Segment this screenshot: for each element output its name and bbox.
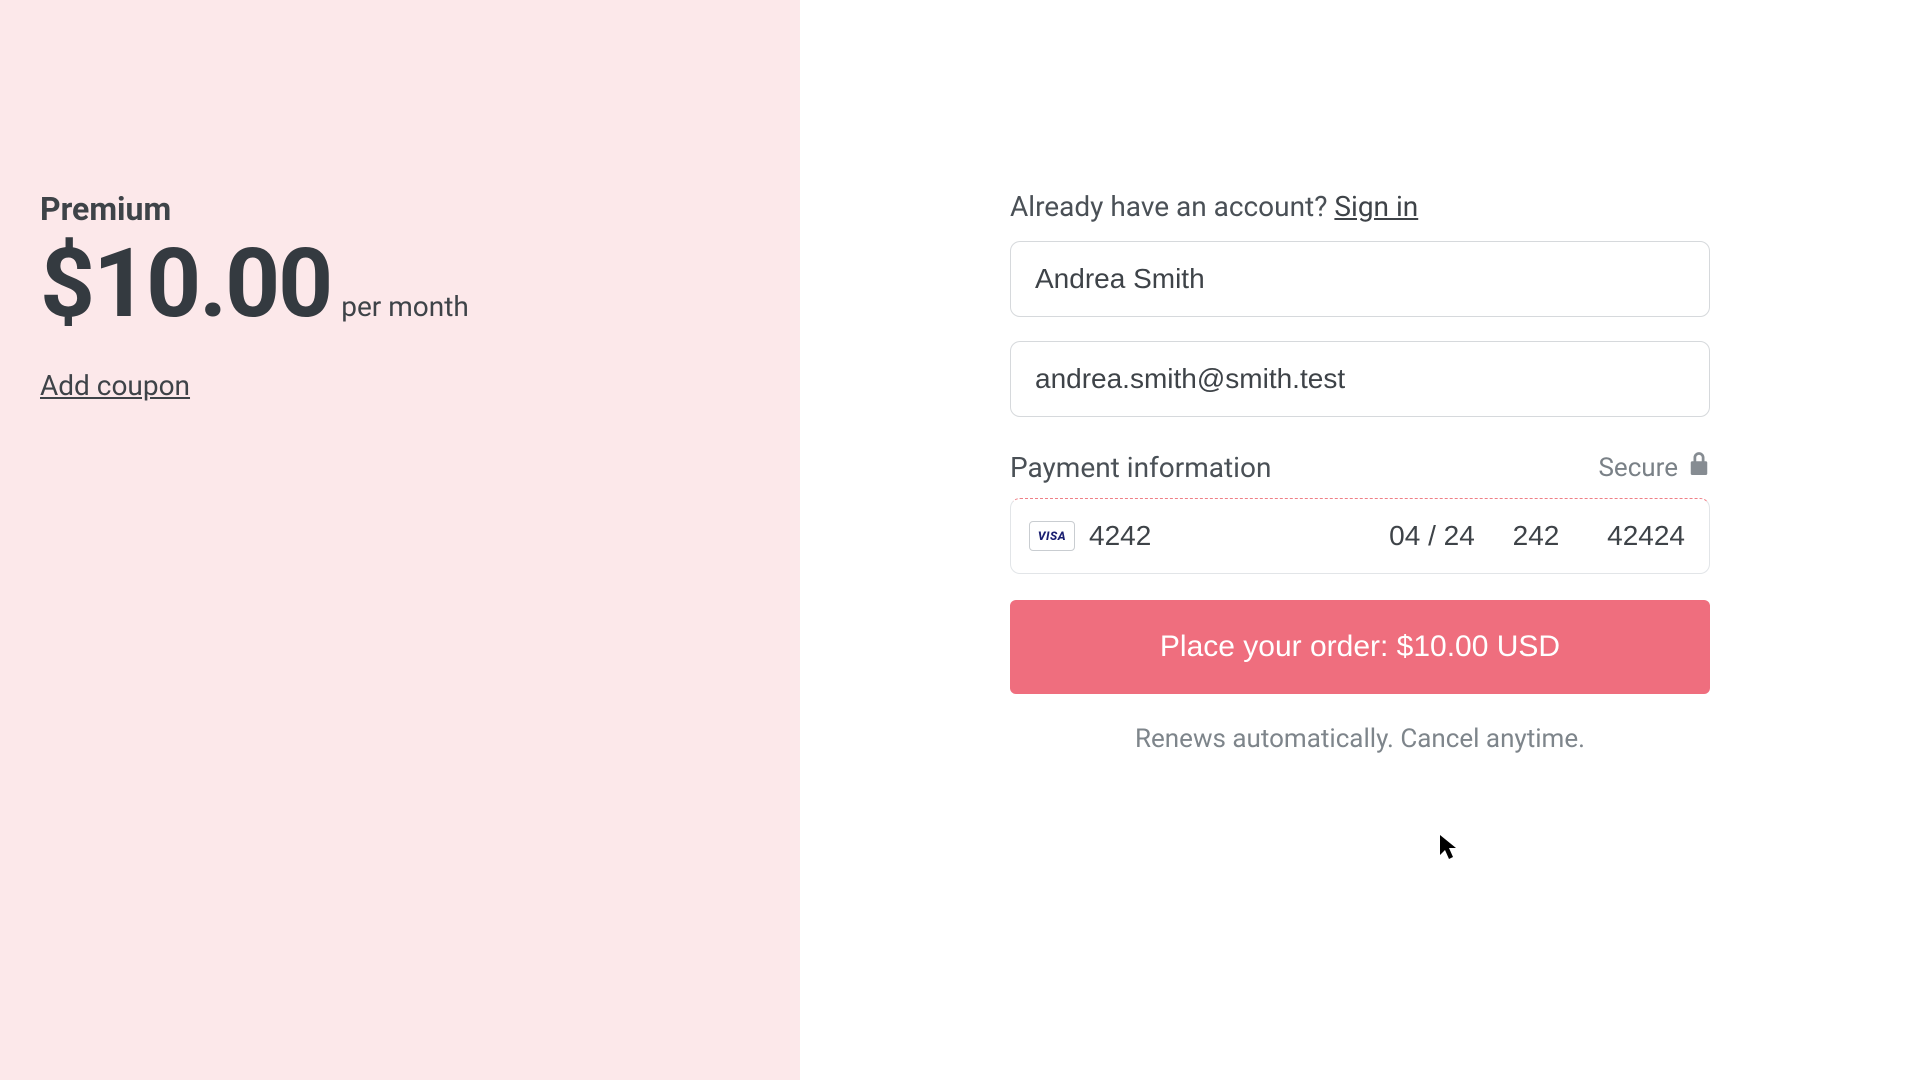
renewal-note: Renews automatically. Cancel anytime. xyxy=(1010,724,1710,754)
payment-info-title: Payment information xyxy=(1010,451,1271,484)
card-zip-field[interactable] xyxy=(1585,520,1685,552)
card-expiry-field[interactable] xyxy=(1377,520,1487,552)
summary-pane: Premium $10.00 per month Add coupon xyxy=(0,0,800,1080)
card-number-field[interactable] xyxy=(1089,520,1329,552)
signin-link[interactable]: Sign in xyxy=(1334,190,1418,223)
name-field[interactable] xyxy=(1010,241,1710,317)
checkout-pane: Already have an account? Sign in Payment… xyxy=(800,0,1920,1080)
lock-icon xyxy=(1688,451,1710,484)
payment-info-header: Payment information Secure xyxy=(1010,451,1710,484)
card-input-row[interactable]: VISA xyxy=(1010,498,1710,574)
plan-price: $10.00 xyxy=(40,236,331,332)
place-order-button[interactable]: Place your order: $10.00 USD xyxy=(1010,600,1710,694)
checkout-form: Already have an account? Sign in Payment… xyxy=(1010,190,1710,1080)
secure-label: Secure xyxy=(1598,453,1678,483)
secure-badge: Secure xyxy=(1598,451,1710,484)
plan-name: Premium xyxy=(40,190,800,228)
account-prompt-text: Already have an account? xyxy=(1010,190,1334,223)
price-row: $10.00 per month xyxy=(40,236,800,333)
card-cvc-field[interactable] xyxy=(1501,520,1571,552)
plan-period: per month xyxy=(341,290,469,333)
account-prompt: Already have an account? Sign in xyxy=(1010,190,1710,223)
visa-icon: VISA xyxy=(1029,521,1075,551)
email-field[interactable] xyxy=(1010,341,1710,417)
add-coupon-link[interactable]: Add coupon xyxy=(40,369,190,402)
